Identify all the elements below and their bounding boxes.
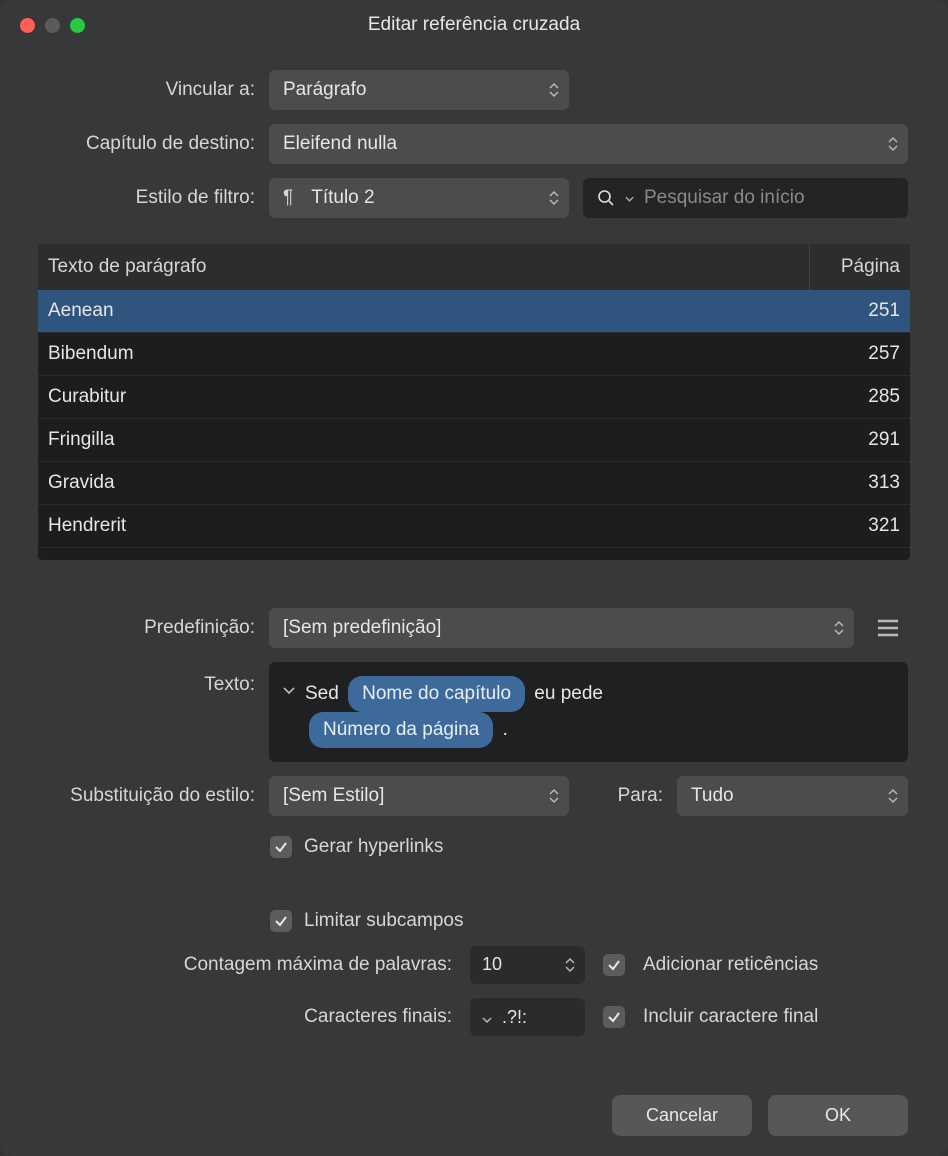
cell-text: Hendrerit [38,505,810,547]
text-template-content: Sed Nome do capítulo eu pede Número da p… [305,676,603,748]
for-value: Tudo [691,785,734,807]
end-chars-value: .?!: [502,1007,527,1028]
label-preset: Predefinição: [40,617,255,639]
style-override-select[interactable]: [Sem Estilo] [269,776,569,816]
dest-chapter-value: Eleifend nulla [283,133,397,155]
chevron-up-down-icon [549,191,559,205]
style-override-value: [Sem Estilo] [283,785,384,807]
cell-page: 291 [810,419,910,461]
search-input-container[interactable] [583,178,908,218]
table-body: Aenean251Bibendum257Curabitur285Fringill… [38,290,910,560]
chevron-up-down-icon [549,789,559,803]
column-header-page[interactable]: Página [810,244,910,290]
preset-select[interactable]: [Sem predefinição] [269,608,854,648]
cell-text: Aenean [38,290,810,332]
label-dest-chapter: Capítulo de destino: [40,133,255,155]
label-add-ellipsis: Adicionar reticências [643,954,818,976]
preset-menu-button[interactable] [868,608,908,648]
pilcrow-icon: ¶ [283,187,293,209]
cell-page: 313 [810,462,910,504]
ok-button[interactable]: OK [768,1095,908,1136]
search-input[interactable] [644,187,894,209]
check-icon [274,914,288,928]
column-header-text[interactable]: Texto de parágrafo [38,244,810,290]
filter-style-value: Título 2 [311,187,374,209]
link-to-select[interactable]: Parágrafo [269,70,569,110]
table-row[interactable]: Fringilla291 [38,419,910,462]
filter-style-select[interactable]: ¶ Título 2 [269,178,569,218]
label-for: Para: [583,785,663,807]
cancel-button[interactable]: Cancelar [612,1095,752,1136]
text-template-field[interactable]: Sed Nome do capítulo eu pede Número da p… [269,662,908,762]
cell-text: Curabitur [38,376,810,418]
max-words-stepper[interactable]: 10 [470,946,585,984]
field-pill-page-number[interactable]: Número da página [309,712,493,748]
chevron-down-icon [482,1007,492,1028]
cell-page: 257 [810,333,910,375]
label-text: Texto: [40,662,255,696]
label-include-final: Incluir caractere final [643,1006,818,1028]
preset-value: [Sem predefinição] [283,617,441,639]
table-header: Texto de parágrafo Página [38,244,910,290]
chevron-up-down-icon [549,83,559,97]
cell-page: 321 [810,505,910,547]
table-row[interactable]: Curabitur285 [38,376,910,419]
chevron-up-down-icon [888,789,898,803]
label-limit-subfields: Limitar subcampos [304,910,463,932]
text-suffix: . [503,719,508,740]
paragraph-table: Texto de parágrafo Página Aenean251Biben… [38,244,910,560]
checkbox-include-final[interactable] [603,1006,625,1028]
chevron-up-down-icon [888,137,898,151]
dest-chapter-select[interactable]: Eleifend nulla [269,124,908,164]
check-icon [274,840,288,854]
content-area: Vincular a: Parágrafo Capítulo de destin… [0,50,948,1056]
for-select[interactable]: Tudo [677,776,908,816]
cell-text: Bibendum [38,333,810,375]
cell-text: Gravida [38,462,810,504]
max-words-value: 10 [482,954,502,974]
titlebar: Editar referência cruzada [0,0,948,50]
window-title: Editar referência cruzada [0,14,948,36]
checkbox-limit-subfields[interactable] [270,910,292,932]
cell-page: 285 [810,376,910,418]
text-mid: eu pede [534,683,603,704]
field-pill-chapter-name[interactable]: Nome do capítulo [348,676,525,712]
checkbox-gen-hyperlinks[interactable] [270,836,292,858]
table-row[interactable]: Hendrerit321 [38,505,910,548]
checkbox-add-ellipsis[interactable] [603,954,625,976]
label-link-to: Vincular a: [40,79,255,101]
search-icon [597,189,615,207]
label-style-override: Substituição do estilo: [40,785,255,807]
link-to-value: Parágrafo [283,79,366,101]
check-icon [607,958,621,972]
chevron-up-down-icon [565,958,575,972]
table-row[interactable]: Gravida313 [38,462,910,505]
check-icon [607,1010,621,1024]
chevron-up-down-icon [834,621,844,635]
dialog-buttons: Cancelar OK [0,1075,948,1156]
label-filter-style: Estilo de filtro: [40,187,255,209]
chevron-down-icon[interactable] [283,682,295,700]
cell-page: 251 [810,290,910,332]
cell-text: Fringilla [38,419,810,461]
label-end-chars: Caracteres finais: [40,1006,452,1028]
table-row[interactable]: Aenean251 [38,290,910,333]
text-prefix: Sed [305,683,339,704]
label-gen-hyperlinks: Gerar hyperlinks [304,836,443,858]
table-row[interactable]: Bibendum257 [38,333,910,376]
chevron-down-icon [625,189,634,207]
label-max-words: Contagem máxima de palavras: [40,954,452,976]
hamburger-icon [877,619,899,637]
end-chars-select[interactable]: .?!: [470,998,585,1036]
dialog-window: Editar referência cruzada Vincular a: Pa… [0,0,948,1156]
